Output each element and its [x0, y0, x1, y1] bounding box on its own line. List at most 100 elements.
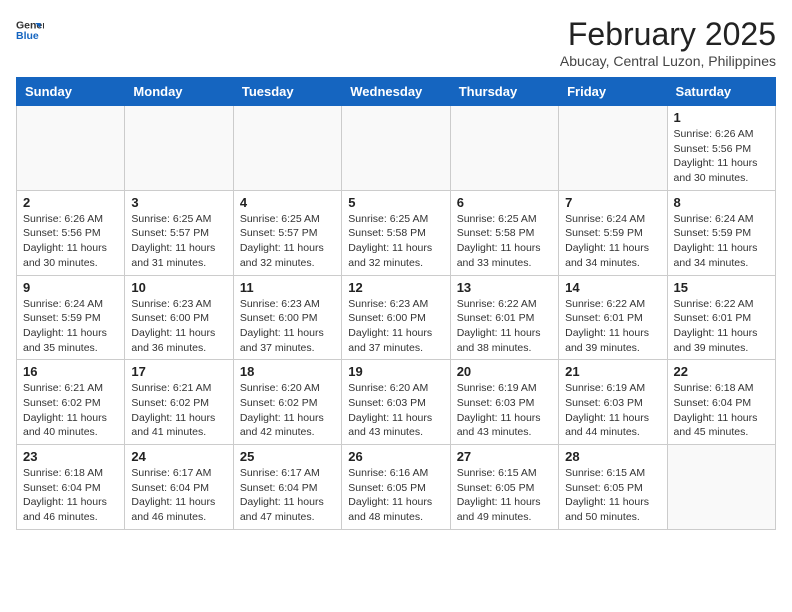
day-info: Sunrise: 6:15 AM Sunset: 6:05 PM Dayligh… [457, 466, 552, 525]
day-number: 14 [565, 280, 660, 295]
day-info: Sunrise: 6:25 AM Sunset: 5:57 PM Dayligh… [131, 212, 226, 271]
weekday-header-saturday: Saturday [667, 78, 775, 106]
day-info: Sunrise: 6:24 AM Sunset: 5:59 PM Dayligh… [565, 212, 660, 271]
calendar-cell: 3 Sunrise: 6:25 AM Sunset: 5:57 PM Daylig… [125, 190, 233, 275]
day-number: 23 [23, 449, 118, 464]
calendar-cell: 6 Sunrise: 6:25 AM Sunset: 5:58 PM Daylig… [450, 190, 558, 275]
weekday-header-wednesday: Wednesday [342, 78, 450, 106]
svg-text:Blue: Blue [16, 30, 39, 42]
day-info: Sunrise: 6:17 AM Sunset: 6:04 PM Dayligh… [240, 466, 335, 525]
day-info: Sunrise: 6:20 AM Sunset: 6:03 PM Dayligh… [348, 381, 443, 440]
day-number: 12 [348, 280, 443, 295]
day-number: 28 [565, 449, 660, 464]
calendar-cell: 4Sunrise: 6:25 AM Sunset: 5:57 PM Daylig… [233, 190, 341, 275]
calendar-cell: 8 Sunrise: 6:24 AM Sunset: 5:59 PM Daylig… [667, 190, 775, 275]
calendar-cell: 27 Sunrise: 6:15 AM Sunset: 6:05 PM Dayli… [450, 445, 558, 530]
day-number: 3 [131, 195, 226, 210]
calendar-cell [125, 106, 233, 191]
day-number: 5 [348, 195, 443, 210]
day-info: Sunrise: 6:21 AM Sunset: 6:02 PM Dayligh… [23, 381, 118, 440]
day-info: Sunrise: 6:19 AM Sunset: 6:03 PM Dayligh… [565, 381, 660, 440]
day-number: 18 [240, 364, 335, 379]
day-info: Sunrise: 6:22 AM Sunset: 6:01 PM Dayligh… [674, 297, 769, 356]
calendar-cell: 18 Sunrise: 6:20 AM Sunset: 6:02 PM Dayli… [233, 360, 341, 445]
day-number: 20 [457, 364, 552, 379]
day-info: Sunrise: 6:23 AM Sunset: 6:00 PM Dayligh… [348, 297, 443, 356]
day-number: 16 [23, 364, 118, 379]
calendar-cell: 9 Sunrise: 6:24 AM Sunset: 5:59 PM Daylig… [17, 275, 125, 360]
calendar-cell [667, 445, 775, 530]
calendar-week-row: 9 Sunrise: 6:24 AM Sunset: 5:59 PM Daylig… [17, 275, 776, 360]
calendar-cell: 28 Sunrise: 6:15 AM Sunset: 6:05 PM Dayli… [559, 445, 667, 530]
calendar-cell [342, 106, 450, 191]
day-number: 15 [674, 280, 769, 295]
calendar-cell: 22Sunrise: 6:18 AM Sunset: 6:04 PM Dayli… [667, 360, 775, 445]
day-info: Sunrise: 6:23 AM Sunset: 6:00 PM Dayligh… [240, 297, 335, 356]
calendar-cell [233, 106, 341, 191]
calendar-cell: 20 Sunrise: 6:19 AM Sunset: 6:03 PM Dayli… [450, 360, 558, 445]
day-info: Sunrise: 6:21 AM Sunset: 6:02 PM Dayligh… [131, 381, 226, 440]
day-info: Sunrise: 6:19 AM Sunset: 6:03 PM Dayligh… [457, 381, 552, 440]
day-number: 21 [565, 364, 660, 379]
day-info: Sunrise: 6:18 AM Sunset: 6:04 PM Dayligh… [23, 466, 118, 525]
day-info: Sunrise: 6:17 AM Sunset: 6:04 PM Dayligh… [131, 466, 226, 525]
day-number: 6 [457, 195, 552, 210]
logo-icon: General Blue [16, 16, 44, 44]
day-number: 9 [23, 280, 118, 295]
day-number: 2 [23, 195, 118, 210]
calendar-cell: 26 Sunrise: 6:16 AM Sunset: 6:05 PM Dayli… [342, 445, 450, 530]
calendar-cell: 10 Sunrise: 6:23 AM Sunset: 6:00 PM Dayli… [125, 275, 233, 360]
day-number: 10 [131, 280, 226, 295]
day-info: Sunrise: 6:20 AM Sunset: 6:02 PM Dayligh… [240, 381, 335, 440]
calendar-week-row: 2 Sunrise: 6:26 AM Sunset: 5:56 PM Daylig… [17, 190, 776, 275]
day-info: Sunrise: 6:23 AM Sunset: 6:00 PM Dayligh… [131, 297, 226, 356]
calendar-cell: 13 Sunrise: 6:22 AM Sunset: 6:01 PM Dayli… [450, 275, 558, 360]
day-number: 7 [565, 195, 660, 210]
calendar-cell: 14Sunrise: 6:22 AM Sunset: 6:01 PM Dayli… [559, 275, 667, 360]
calendar-week-row: 23 Sunrise: 6:18 AM Sunset: 6:04 PM Dayli… [17, 445, 776, 530]
calendar-cell: 1Sunrise: 6:26 AM Sunset: 5:56 PM Daylig… [667, 106, 775, 191]
calendar-table: SundayMondayTuesdayWednesdayThursdayFrid… [16, 77, 776, 530]
calendar-cell: 2 Sunrise: 6:26 AM Sunset: 5:56 PM Daylig… [17, 190, 125, 275]
calendar-cell: 12 Sunrise: 6:23 AM Sunset: 6:00 PM Dayli… [342, 275, 450, 360]
weekday-header-friday: Friday [559, 78, 667, 106]
day-number: 11 [240, 280, 335, 295]
day-number: 13 [457, 280, 552, 295]
weekday-header-thursday: Thursday [450, 78, 558, 106]
day-info: Sunrise: 6:25 AM Sunset: 5:58 PM Dayligh… [457, 212, 552, 271]
weekday-header-sunday: Sunday [17, 78, 125, 106]
calendar-cell: 25Sunrise: 6:17 AM Sunset: 6:04 PM Dayli… [233, 445, 341, 530]
weekday-header-tuesday: Tuesday [233, 78, 341, 106]
day-info: Sunrise: 6:26 AM Sunset: 5:56 PM Dayligh… [23, 212, 118, 271]
day-info: Sunrise: 6:25 AM Sunset: 5:58 PM Dayligh… [348, 212, 443, 271]
logo: General Blue [16, 16, 44, 44]
calendar-cell [450, 106, 558, 191]
calendar-cell: 5 Sunrise: 6:25 AM Sunset: 5:58 PM Daylig… [342, 190, 450, 275]
calendar-cell: 21 Sunrise: 6:19 AM Sunset: 6:03 PM Dayli… [559, 360, 667, 445]
weekday-header-monday: Monday [125, 78, 233, 106]
day-info: Sunrise: 6:15 AM Sunset: 6:05 PM Dayligh… [565, 466, 660, 525]
calendar-cell: 23 Sunrise: 6:18 AM Sunset: 6:04 PM Dayli… [17, 445, 125, 530]
day-info: Sunrise: 6:22 AM Sunset: 6:01 PM Dayligh… [457, 297, 552, 356]
day-number: 26 [348, 449, 443, 464]
day-number: 27 [457, 449, 552, 464]
calendar-cell: 15 Sunrise: 6:22 AM Sunset: 6:01 PM Dayli… [667, 275, 775, 360]
calendar-week-row: 1Sunrise: 6:26 AM Sunset: 5:56 PM Daylig… [17, 106, 776, 191]
calendar-week-row: 16 Sunrise: 6:21 AM Sunset: 6:02 PM Dayli… [17, 360, 776, 445]
day-number: 22 [674, 364, 769, 379]
day-info: Sunrise: 6:24 AM Sunset: 5:59 PM Dayligh… [23, 297, 118, 356]
month-year: February 2025 [560, 16, 776, 53]
calendar-cell: 24Sunrise: 6:17 AM Sunset: 6:04 PM Dayli… [125, 445, 233, 530]
day-number: 8 [674, 195, 769, 210]
day-info: Sunrise: 6:24 AM Sunset: 5:59 PM Dayligh… [674, 212, 769, 271]
location: Abucay, Central Luzon, Philippines [560, 53, 776, 69]
calendar-cell [559, 106, 667, 191]
calendar-cell [17, 106, 125, 191]
calendar-cell: 7 Sunrise: 6:24 AM Sunset: 5:59 PM Daylig… [559, 190, 667, 275]
calendar-cell: 17Sunrise: 6:21 AM Sunset: 6:02 PM Dayli… [125, 360, 233, 445]
day-number: 4 [240, 195, 335, 210]
page-header: General Blue February 2025 Abucay, Centr… [16, 16, 776, 69]
day-info: Sunrise: 6:16 AM Sunset: 6:05 PM Dayligh… [348, 466, 443, 525]
day-info: Sunrise: 6:26 AM Sunset: 5:56 PM Dayligh… [674, 127, 769, 186]
calendar-cell: 19Sunrise: 6:20 AM Sunset: 6:03 PM Dayli… [342, 360, 450, 445]
